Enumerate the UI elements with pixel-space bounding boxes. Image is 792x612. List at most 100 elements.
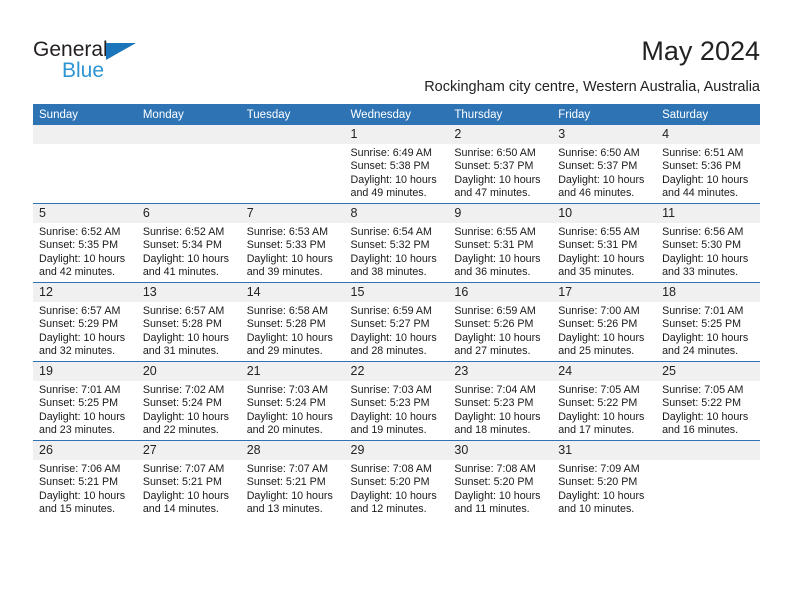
- calendar-day-cell[interactable]: 19 Sunrise: 7:01 AM Sunset: 5:25 PM Dayligh…: [33, 361, 137, 441]
- page-subtitle: Rockingham city centre, Western Australi…: [424, 79, 760, 95]
- day-daylight-line-text: and 49 minutes.: [350, 187, 427, 200]
- day-number: 29: [344, 441, 449, 460]
- calendar-day-cell[interactable]: 17 Sunrise: 7:00 AM Sunset: 5:26 PM Dayligh…: [552, 282, 657, 362]
- day-sunset-text: Sunset: 5:38 PM: [350, 160, 430, 173]
- calendar-day-cell[interactable]: 3 Sunrise: 6:50 AM Sunset: 5:37 PM Daylight…: [552, 125, 657, 204]
- weekday-header-thursday: Thursday: [448, 104, 553, 125]
- day-sunrise-text: Sunrise: 6:57 AM: [39, 305, 121, 317]
- day-sun-info: Sunrise: 7:02 AM Sunset: 5:24 PM Daylight:…: [137, 381, 241, 438]
- day-daylight-line-text: Daylight: 10 hours: [558, 489, 645, 502]
- day-daylight-line-text: and 12 minutes.: [350, 503, 427, 516]
- day-sunset-text: Sunset: 5:27 PM: [350, 318, 430, 331]
- day-daylight-line-text: and 27 minutes.: [454, 345, 531, 358]
- day-daylight-line-text: and 42 minutes.: [39, 266, 116, 279]
- day-number: 4: [656, 125, 760, 144]
- day-sunset-text: Sunset: 5:28 PM: [246, 318, 326, 331]
- day-sunrise-text: Sunrise: 7:01 AM: [39, 384, 121, 396]
- day-daylight-line-text: Daylight: 10 hours: [39, 252, 126, 265]
- day-daylight-line-text: and 35 minutes.: [558, 266, 635, 279]
- day-sunrise-text: Sunrise: 7:03 AM: [246, 384, 329, 396]
- day-sunrise-text: Sunrise: 7:02 AM: [142, 384, 225, 396]
- calendar-day-cell[interactable]: 14 Sunrise: 6:58 AM Sunset: 5:28 PM Dayligh…: [240, 282, 345, 362]
- day-sun-info: Sunrise: 7:06 AM Sunset: 5:21 PM Daylight:…: [33, 460, 137, 517]
- calendar-day-cell[interactable]: 22 Sunrise: 7:03 AM Sunset: 5:23 PM Dayligh…: [344, 361, 449, 441]
- calendar-week-row: 1 Sunrise: 6:49 AM Sunset: 5:38 PM Daylight…: [33, 125, 760, 204]
- calendar-day-cell[interactable]: 23 Sunrise: 7:04 AM Sunset: 5:23 PM Dayligh…: [448, 361, 553, 441]
- day-daylight-line-text: Daylight: 10 hours: [142, 252, 229, 265]
- calendar-day-cell[interactable]: 16 Sunrise: 6:59 AM Sunset: 5:26 PM Dayligh…: [448, 282, 553, 362]
- day-daylight-line-text: and 13 minutes.: [246, 503, 323, 516]
- day-sun-info: Sunrise: 6:54 AM Sunset: 5:32 PM Daylight:…: [345, 223, 449, 280]
- day-number: 23: [448, 362, 553, 381]
- calendar-day-cell[interactable]: 29 Sunrise: 7:08 AM Sunset: 5:20 PM Dayligh…: [344, 440, 449, 519]
- calendar-day-cell[interactable]: 13 Sunrise: 6:57 AM Sunset: 5:28 PM Dayligh…: [136, 282, 241, 362]
- day-daylight-line-text: Daylight: 10 hours: [350, 410, 437, 423]
- day-sunset-text: Sunset: 5:31 PM: [454, 239, 534, 252]
- day-daylight-line-text: Daylight: 10 hours: [246, 410, 333, 423]
- calendar-day-cell[interactable]: 20 Sunrise: 7:02 AM Sunset: 5:24 PM Dayligh…: [136, 361, 241, 441]
- calendar-day-cell[interactable]: 5 Sunrise: 6:52 AM Sunset: 5:35 PM Daylight…: [33, 203, 137, 283]
- calendar-day-cell[interactable]: 24 Sunrise: 7:05 AM Sunset: 5:22 PM Dayligh…: [552, 361, 657, 441]
- page-title: May 2024: [641, 36, 760, 66]
- calendar-day-cell[interactable]: 2 Sunrise: 6:50 AM Sunset: 5:37 PM Daylight…: [448, 125, 553, 204]
- day-daylight-line-text: and 14 minutes.: [142, 503, 219, 516]
- calendar-day-cell[interactable]: 26 Sunrise: 7:06 AM Sunset: 5:21 PM Dayligh…: [33, 440, 137, 519]
- calendar-week-row: 19 Sunrise: 7:01 AM Sunset: 5:25 PM Dayligh…: [33, 361, 760, 441]
- day-sunset-text: Sunset: 5:20 PM: [454, 476, 534, 489]
- day-daylight-line-text: Daylight: 10 hours: [454, 489, 541, 502]
- day-number: 31: [552, 441, 657, 460]
- calendar-day-cell[interactable]: 15 Sunrise: 6:59 AM Sunset: 5:27 PM Dayligh…: [344, 282, 449, 362]
- day-daylight-line-text: Daylight: 10 hours: [246, 489, 333, 502]
- day-sunset-text: Sunset: 5:37 PM: [558, 160, 638, 173]
- day-sun-info: Sunrise: 7:07 AM Sunset: 5:21 PM Daylight:…: [137, 460, 241, 517]
- day-daylight-line-text: Daylight: 10 hours: [454, 410, 541, 423]
- day-sun-info: Sunrise: 7:03 AM Sunset: 5:24 PM Daylight:…: [241, 381, 345, 438]
- day-number: 2: [448, 125, 553, 144]
- calendar-day-cell[interactable]: 9 Sunrise: 6:55 AM Sunset: 5:31 PM Daylight…: [448, 203, 553, 283]
- day-sunset-text: Sunset: 5:23 PM: [454, 397, 534, 410]
- day-daylight-line-text: and 36 minutes.: [454, 266, 531, 279]
- calendar-day-cell[interactable]: 10 Sunrise: 6:55 AM Sunset: 5:31 PM Dayligh…: [552, 203, 657, 283]
- weekday-header-monday: Monday: [136, 104, 241, 125]
- calendar-day-cell[interactable]: 7 Sunrise: 6:53 AM Sunset: 5:33 PM Daylight…: [240, 203, 345, 283]
- day-daylight-line-text: Daylight: 10 hours: [454, 252, 541, 265]
- weekday-header-tuesday: Tuesday: [240, 104, 345, 125]
- calendar-day-cell[interactable]: 6 Sunrise: 6:52 AM Sunset: 5:34 PM Daylight…: [136, 203, 241, 283]
- day-daylight-line-text: and 22 minutes.: [142, 424, 219, 437]
- day-sunrise-text: Sunrise: 6:55 AM: [558, 226, 640, 238]
- day-sunrise-text: Sunrise: 6:50 AM: [454, 147, 536, 159]
- day-number: 5: [33, 204, 137, 223]
- calendar-day-cell[interactable]: 4 Sunrise: 6:51 AM Sunset: 5:36 PM Daylight…: [656, 125, 760, 204]
- day-sunrise-text: Sunrise: 6:52 AM: [142, 226, 225, 238]
- weekday-header-saturday: Saturday: [656, 104, 760, 125]
- calendar-day-cell[interactable]: 1 Sunrise: 6:49 AM Sunset: 5:38 PM Daylight…: [344, 125, 449, 204]
- day-sunset-text: Sunset: 5:24 PM: [246, 397, 326, 410]
- day-daylight-line-text: Daylight: 10 hours: [142, 331, 229, 344]
- day-sunset-text: Sunset: 5:35 PM: [39, 239, 119, 252]
- day-number: 19: [33, 362, 137, 381]
- calendar-day-cell[interactable]: 11 Sunrise: 6:56 AM Sunset: 5:30 PM Dayligh…: [656, 203, 760, 283]
- day-daylight-line-text: Daylight: 10 hours: [558, 331, 645, 344]
- calendar-day-cell[interactable]: 30 Sunrise: 7:08 AM Sunset: 5:20 PM Dayligh…: [448, 440, 553, 519]
- general-blue-logo[interactable]: General Blue: [33, 38, 233, 86]
- day-number: 10: [552, 204, 657, 223]
- weekday-header-row: Sunday Monday Tuesday Wednesday Thursday…: [33, 104, 760, 125]
- logo-text-blue: Blue: [62, 59, 105, 82]
- day-sun-info: Sunrise: 7:05 AM Sunset: 5:22 PM Daylight:…: [656, 381, 760, 438]
- day-sunset-text: Sunset: 5:21 PM: [142, 476, 222, 489]
- day-sunset-text: Sunset: 5:24 PM: [142, 397, 222, 410]
- day-sunrise-text: Sunrise: 6:51 AM: [662, 147, 744, 159]
- calendar-day-cell[interactable]: 27 Sunrise: 7:07 AM Sunset: 5:21 PM Dayligh…: [136, 440, 241, 519]
- calendar-day-cell[interactable]: 12 Sunrise: 6:57 AM Sunset: 5:29 PM Dayligh…: [33, 282, 137, 362]
- calendar-day-cell[interactable]: 25 Sunrise: 7:05 AM Sunset: 5:22 PM Dayligh…: [656, 361, 760, 441]
- calendar-day-cell[interactable]: 8 Sunrise: 6:54 AM Sunset: 5:32 PM Daylight…: [344, 203, 449, 283]
- day-number: [33, 125, 137, 144]
- day-number: 3: [552, 125, 657, 144]
- calendar-day-cell[interactable]: 31 Sunrise: 7:09 AM Sunset: 5:20 PM Dayligh…: [552, 440, 657, 519]
- calendar-day-cell[interactable]: 28 Sunrise: 7:07 AM Sunset: 5:21 PM Dayligh…: [240, 440, 345, 519]
- calendar-day-cell[interactable]: 18 Sunrise: 7:01 AM Sunset: 5:25 PM Dayligh…: [656, 282, 760, 362]
- calendar-day-cell[interactable]: 21 Sunrise: 7:03 AM Sunset: 5:24 PM Dayligh…: [240, 361, 345, 441]
- day-number: 6: [136, 204, 241, 223]
- day-number: 13: [136, 283, 241, 302]
- day-daylight-line-text: Daylight: 10 hours: [350, 489, 437, 502]
